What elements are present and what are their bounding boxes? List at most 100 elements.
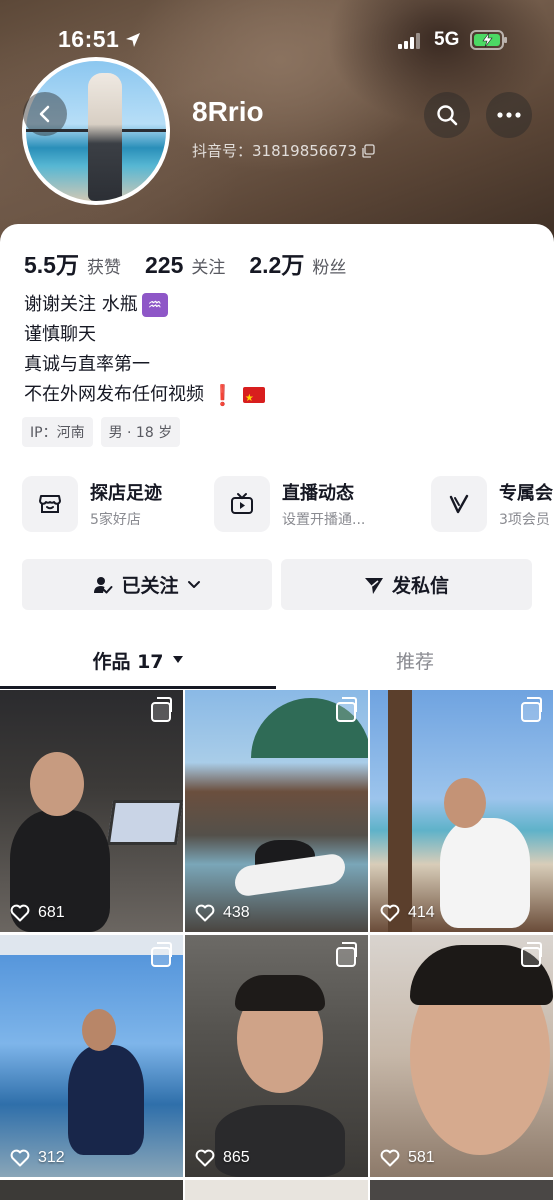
status-time: 16:51 bbox=[58, 26, 120, 52]
video-likes-count: 581 bbox=[408, 1149, 435, 1166]
video-likes: 681 bbox=[10, 904, 65, 922]
network-type: 5G bbox=[434, 29, 460, 50]
stat-likes[interactable]: 5.5万 获赞 bbox=[24, 246, 121, 280]
bio-line: 谢谢关注 水瓶 ♒ bbox=[24, 290, 265, 320]
stat-following-value: 225 bbox=[144, 252, 184, 278]
tv-icon bbox=[214, 476, 270, 532]
v-badge-icon bbox=[431, 476, 487, 532]
video-likes-count: 681 bbox=[38, 904, 65, 921]
more-dots-icon bbox=[497, 112, 521, 118]
stat-followers[interactable]: 2.2万 粉丝 bbox=[249, 246, 346, 280]
video-tile[interactable]: 681 bbox=[0, 690, 183, 932]
video-tile[interactable]: 581 bbox=[370, 935, 553, 1177]
video-tile[interactable]: 312 bbox=[0, 935, 183, 1177]
multi-image-icon bbox=[336, 697, 357, 722]
video-likes: 414 bbox=[380, 904, 435, 922]
feature-title: 探店足迹 bbox=[90, 483, 162, 504]
thumb-head bbox=[30, 752, 84, 816]
video-likes: 312 bbox=[10, 1149, 65, 1167]
message-button-label: 发私信 bbox=[391, 575, 449, 597]
lounge-chair-thumb bbox=[235, 852, 345, 898]
heart-icon bbox=[380, 1149, 400, 1167]
stat-likes-label: 获赞 bbox=[86, 258, 121, 278]
video-likes-count: 865 bbox=[223, 1149, 250, 1166]
profile-stats: 5.5万 获赞 225 关注 2.2万 粉丝 bbox=[24, 246, 370, 280]
followed-button-label: 已关注 bbox=[121, 575, 179, 597]
tab-recommend-label: 推荐 bbox=[395, 650, 434, 673]
chevron-left-icon bbox=[39, 105, 50, 123]
video-tile[interactable]: 438 bbox=[185, 690, 368, 932]
china-flag-icon bbox=[242, 384, 265, 414]
douyin-id-text: 抖音号：31819856673 bbox=[192, 142, 357, 160]
heart-icon bbox=[10, 1149, 30, 1167]
tab-active-indicator bbox=[0, 686, 276, 689]
storefront-icon bbox=[22, 476, 78, 532]
multi-image-icon bbox=[336, 942, 357, 967]
bio-line-text: 真诚与直率第一 bbox=[24, 354, 150, 375]
feature-title: 专属会 bbox=[499, 483, 553, 504]
heart-icon bbox=[380, 904, 400, 922]
location-arrow-icon bbox=[126, 33, 140, 47]
content-tabs: 作品 17 推荐 bbox=[0, 634, 554, 690]
heart-icon bbox=[195, 904, 215, 922]
stat-following-label: 关注 bbox=[191, 258, 226, 278]
action-row: 已关注 发私信 bbox=[22, 559, 532, 610]
stat-followers-value: 2.2万 bbox=[249, 252, 305, 278]
heart-icon bbox=[195, 1149, 215, 1167]
douyin-id[interactable]: 抖音号：31819856673 bbox=[192, 140, 375, 161]
video-tile[interactable] bbox=[0, 1180, 183, 1200]
back-button[interactable] bbox=[23, 92, 67, 136]
send-icon bbox=[364, 577, 383, 594]
video-tile[interactable] bbox=[370, 1180, 553, 1200]
feature-live-updates[interactable]: 直播动态 设置开播通... bbox=[214, 474, 365, 534]
followed-button[interactable]: 已关注 bbox=[22, 559, 272, 610]
chevron-down-icon bbox=[187, 580, 200, 588]
bio-line-text: 不在外网发布任何视频 bbox=[24, 384, 204, 405]
feature-shortcuts: 探店足迹 5家好店 直播动态 设置开播通... 专属会 3项会员 bbox=[22, 474, 554, 534]
video-tile[interactable]: 414 bbox=[370, 690, 553, 932]
video-likes-count: 414 bbox=[408, 904, 435, 921]
aquarius-emoji: ♒ bbox=[141, 293, 168, 317]
video-likes: 865 bbox=[195, 1149, 250, 1167]
feature-subtitle: 5家好店 bbox=[90, 512, 141, 528]
stat-following[interactable]: 225 关注 bbox=[145, 252, 225, 279]
video-grid: 681 438 414 312 865 581 bbox=[0, 690, 554, 1200]
bio-line: 不在外网发布任何视频 ❗ bbox=[24, 380, 265, 414]
thumb-head bbox=[444, 778, 486, 828]
tab-recommend[interactable]: 推荐 bbox=[276, 634, 554, 686]
video-tile[interactable] bbox=[185, 1180, 368, 1200]
profile-tags: IP：河南 男 · 18 岁 bbox=[22, 417, 181, 447]
feature-subtitle: 3项会员 bbox=[499, 512, 550, 528]
username: 8Rrio bbox=[192, 96, 264, 127]
search-button[interactable] bbox=[424, 92, 470, 138]
bio-line: 谨慎聊天 bbox=[24, 320, 265, 350]
palm-trunk-thumb bbox=[388, 690, 412, 932]
feature-shop-visits[interactable]: 探店足迹 5家好店 bbox=[22, 474, 162, 534]
feature-title: 直播动态 bbox=[282, 483, 354, 504]
exclamation-emoji: ❗ bbox=[210, 383, 235, 407]
bio-line: 真诚与直率第一 bbox=[24, 350, 265, 380]
bio-line-text: 谢谢关注 水瓶 bbox=[24, 294, 138, 315]
battery-charging-icon bbox=[470, 30, 507, 50]
tab-works-label: 作品 17 bbox=[92, 650, 164, 673]
laptop-thumb bbox=[106, 800, 183, 845]
message-button[interactable]: 发私信 bbox=[281, 559, 532, 610]
tab-works[interactable]: 作品 17 bbox=[0, 634, 276, 686]
thumb-figure bbox=[440, 818, 530, 928]
multi-image-icon bbox=[521, 942, 542, 967]
video-likes: 581 bbox=[380, 1149, 435, 1167]
thumb-figure bbox=[68, 1045, 144, 1155]
copy-icon[interactable] bbox=[361, 143, 375, 158]
feature-membership[interactable]: 专属会 3项会员 bbox=[431, 474, 553, 534]
ip-location-tag: IP：河南 bbox=[22, 417, 93, 447]
cellular-signal-icon bbox=[398, 33, 420, 49]
video-likes-count: 438 bbox=[223, 904, 250, 921]
video-tile[interactable]: 865 bbox=[185, 935, 368, 1177]
gender-age-tag: 男 · 18 岁 bbox=[100, 417, 181, 447]
bio: 谢谢关注 水瓶 ♒ 谨慎聊天 真诚与直率第一 不在外网发布任何视频 ❗ bbox=[24, 290, 265, 414]
multi-image-icon bbox=[151, 942, 172, 967]
status-bar: 16:51 5G bbox=[0, 26, 554, 58]
video-likes-count: 312 bbox=[38, 1149, 65, 1166]
more-button[interactable] bbox=[486, 92, 532, 138]
search-icon bbox=[437, 105, 458, 126]
